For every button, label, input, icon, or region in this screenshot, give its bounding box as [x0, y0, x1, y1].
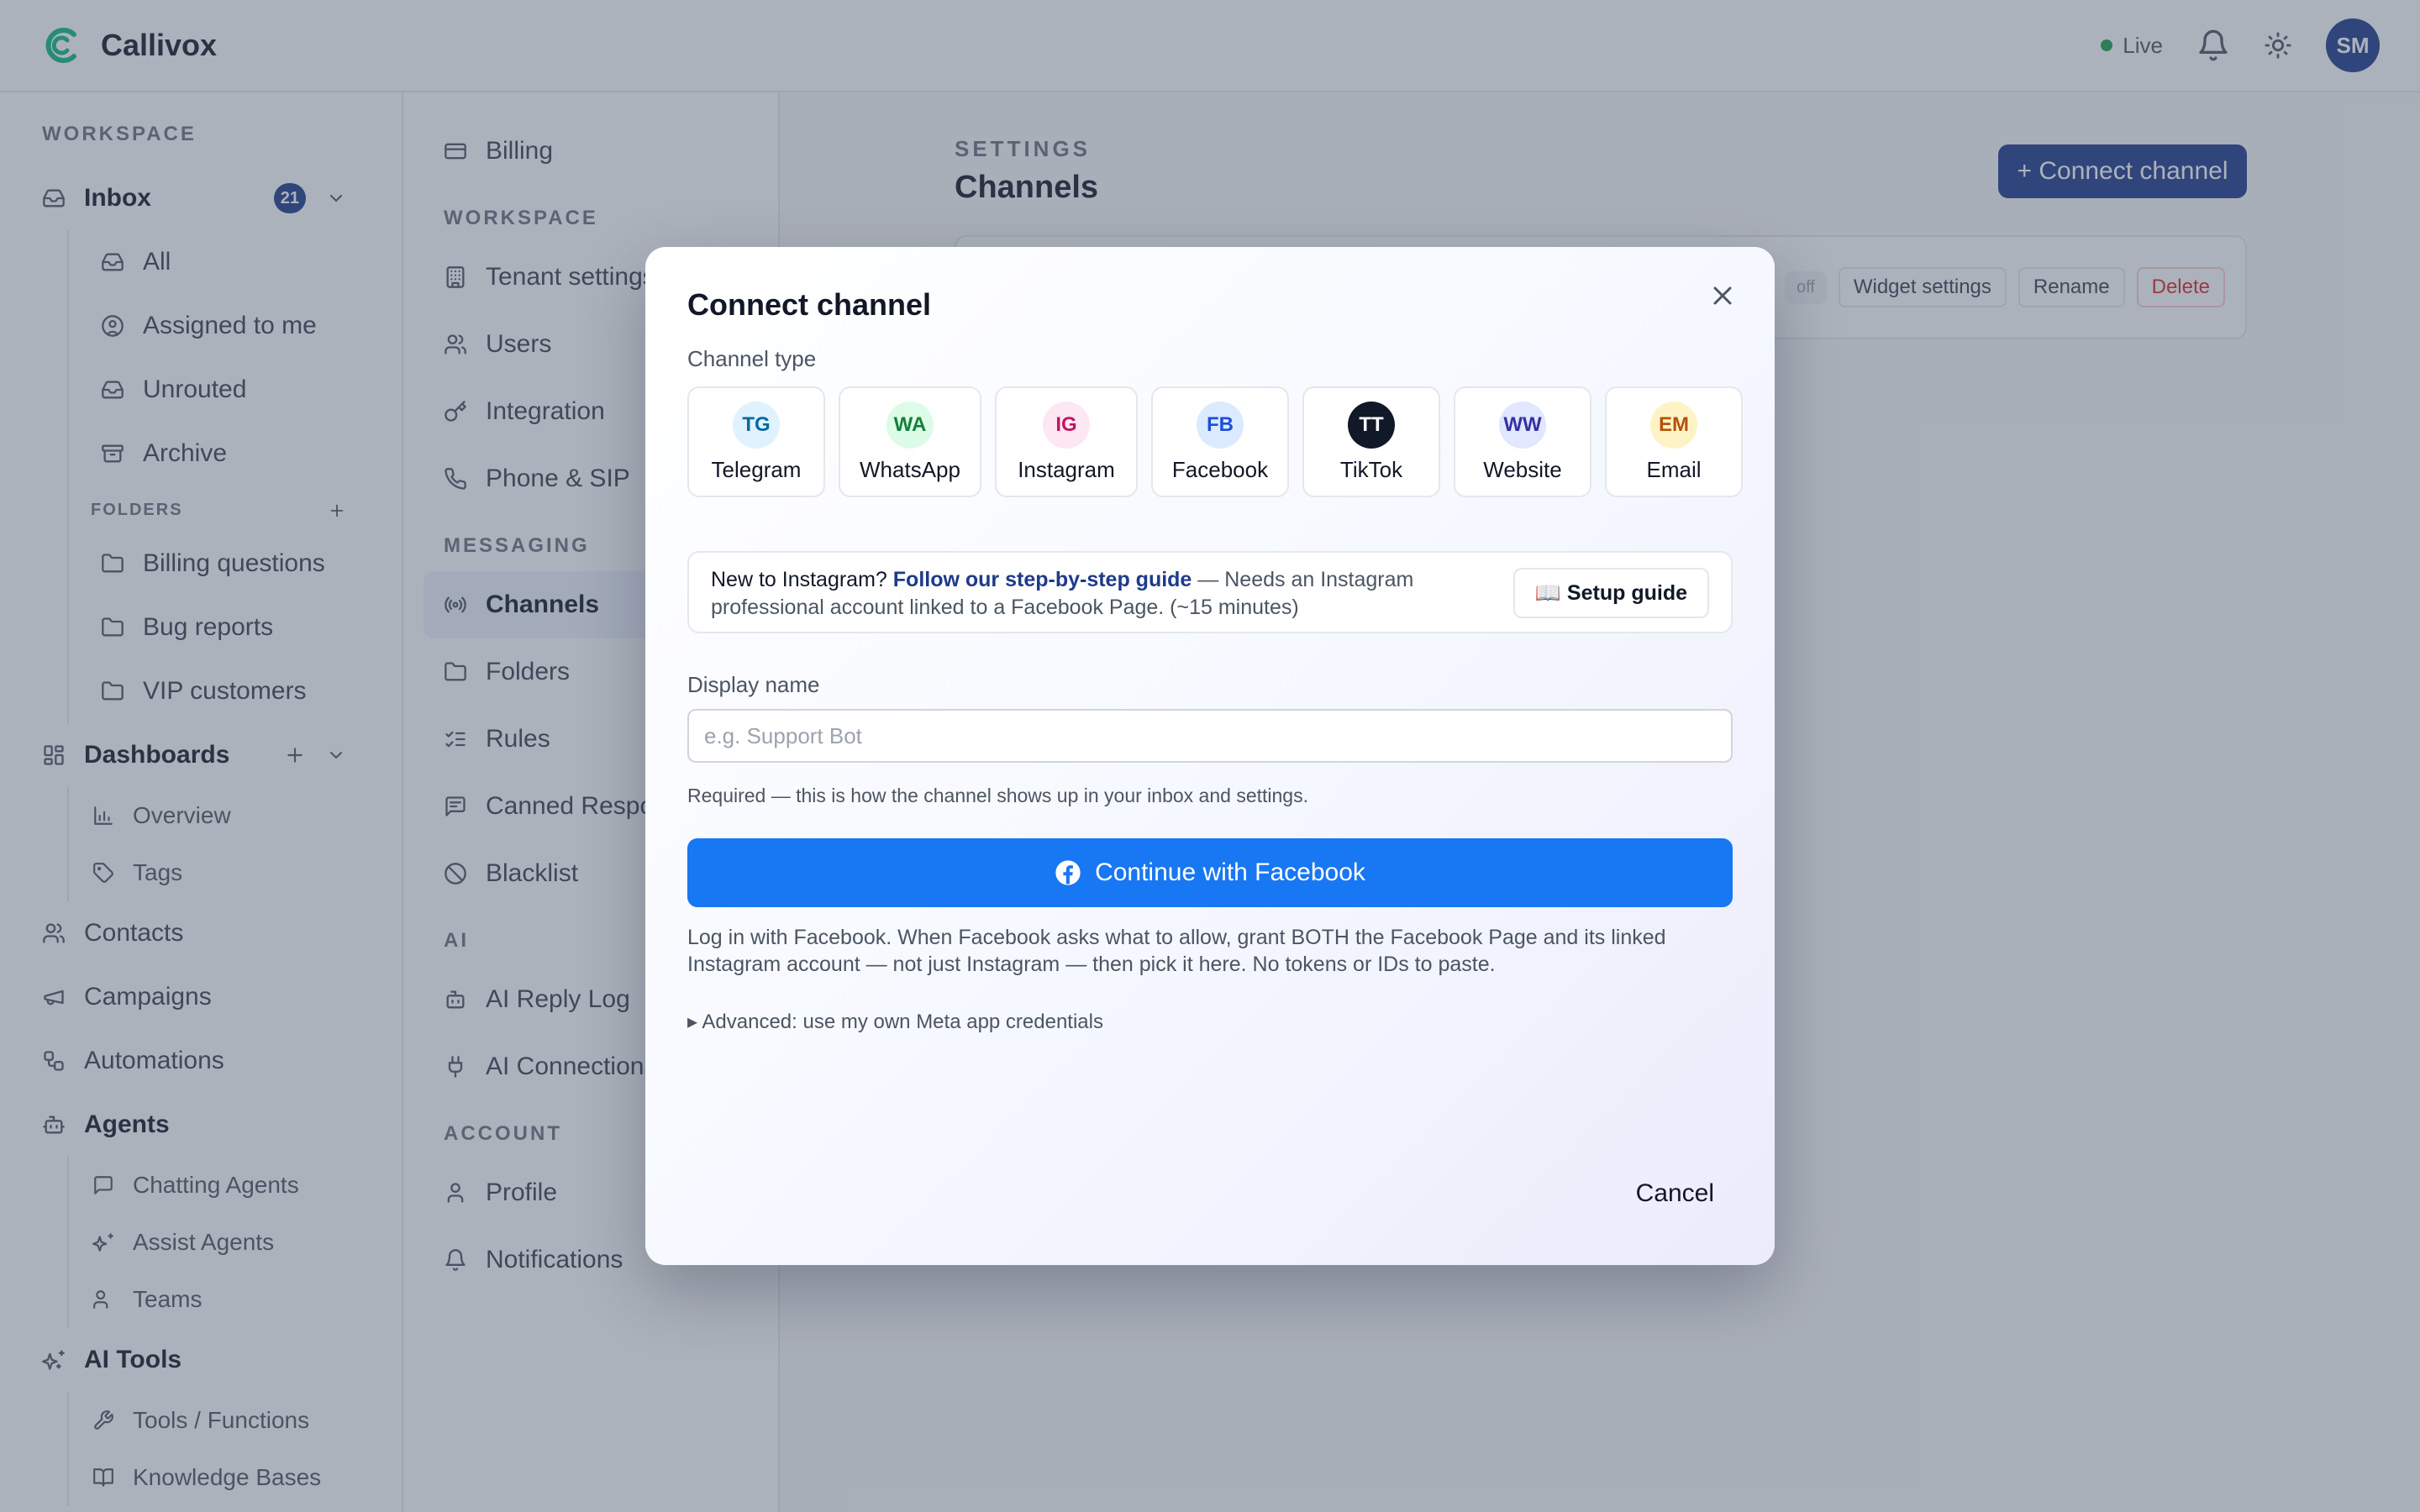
connect-channel-modal: Connect channel Channel type TG Telegram…	[645, 247, 1775, 1265]
facebook-instructions: Log in with Facebook. When Facebook asks…	[687, 926, 1666, 976]
cancel-button[interactable]: Cancel	[1636, 1179, 1714, 1208]
telegram-icon: TG	[733, 401, 780, 449]
guide-lead: New to Instagram?	[711, 568, 887, 591]
website-icon: WW	[1499, 401, 1546, 449]
whatsapp-icon: WA	[886, 401, 934, 449]
display-name-label: Display name	[687, 672, 820, 697]
modal-title: Connect channel	[687, 287, 932, 322]
step-by-step-guide-link[interactable]: Follow our step-by-step guide	[893, 568, 1192, 591]
continue-with-facebook-button[interactable]: Continue with Facebook	[687, 838, 1733, 907]
setup-guide-callout: New to Instagram? Follow our step-by-ste…	[687, 551, 1733, 633]
channel-type-label: Instagram	[1018, 456, 1115, 482]
channel-type-website[interactable]: WW Website	[1454, 386, 1591, 497]
channel-type-email[interactable]: EM Email	[1605, 386, 1743, 497]
channel-type-facebook[interactable]: FB Facebook	[1151, 386, 1289, 497]
channel-type-label: Website	[1483, 456, 1562, 482]
channel-type-label: Email	[1646, 456, 1702, 482]
channel-type-label: Facebook	[1171, 456, 1269, 482]
display-name-input[interactable]	[687, 709, 1733, 763]
facebook-button-label: Continue with Facebook	[1095, 858, 1365, 886]
tiktok-icon: TT	[1348, 401, 1395, 449]
channel-type-picker: TG Telegram WA WhatsApp IG Instagram FB …	[687, 386, 1743, 497]
channel-type-telegram[interactable]: TG Telegram	[687, 386, 825, 497]
channel-type-instagram[interactable]: IG Instagram	[995, 386, 1138, 497]
setup-guide-button[interactable]: 📖 Setup guide	[1512, 568, 1709, 618]
channel-type-tiktok[interactable]: TT TikTok	[1302, 386, 1440, 497]
display-name-hint: Required — this is how the channel shows…	[687, 785, 1308, 806]
email-icon: EM	[1650, 401, 1697, 449]
setup-guide-text: New to Instagram? Follow our step-by-ste…	[711, 566, 1467, 622]
close-icon[interactable]	[1707, 281, 1738, 311]
channel-type-label: Telegram	[711, 456, 802, 482]
channel-type-label: TikTok	[1339, 456, 1403, 482]
channel-type-label: Channel type	[687, 346, 817, 371]
channel-type-label: WhatsApp	[860, 456, 960, 482]
facebook-icon: FB	[1197, 401, 1244, 449]
channel-type-whatsapp[interactable]: WA WhatsApp	[839, 386, 981, 497]
instagram-icon: IG	[1043, 401, 1090, 449]
advanced-credentials-toggle[interactable]: ▸ Advanced: use my own Meta app credenti…	[687, 1010, 1103, 1034]
facebook-icon	[1055, 860, 1081, 885]
